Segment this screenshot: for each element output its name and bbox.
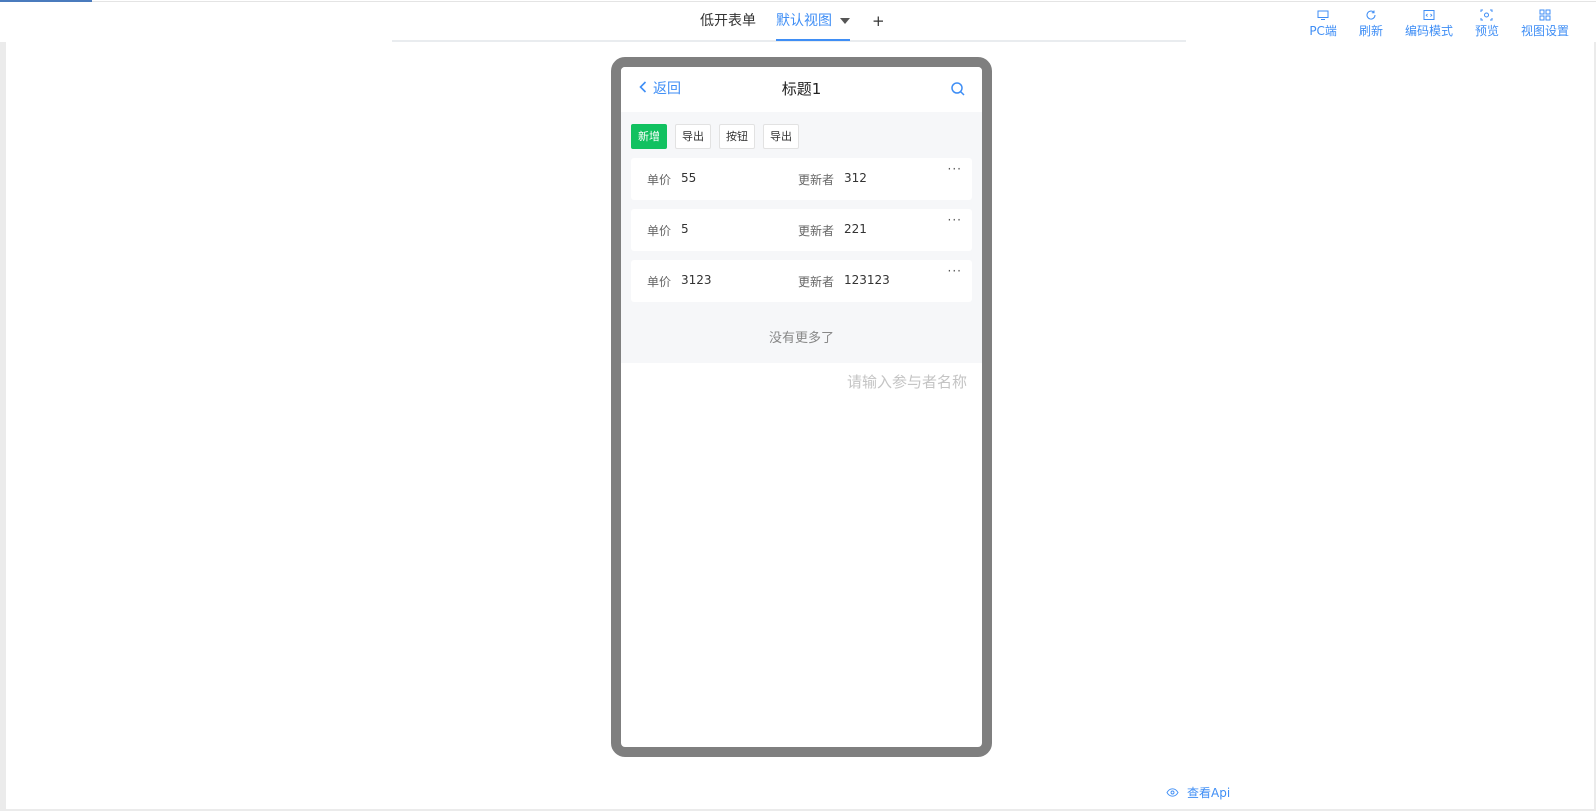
refresh-button[interactable]: 刷新 xyxy=(1348,8,1394,42)
updater-label: 更新者 xyxy=(798,173,835,187)
preview-label: 预览 xyxy=(1474,24,1499,38)
search-icon[interactable] xyxy=(950,81,966,101)
more-icon[interactable]: ··· xyxy=(948,264,962,278)
mobile-preview-frame: 返回 标题1 新增 导出 按钮 导出 单价 55 更新者 312 ··· 单价 … xyxy=(611,57,992,757)
pc-mode-label: PC端 xyxy=(1309,24,1337,38)
list-item[interactable]: 单价 55 更新者 312 ··· xyxy=(631,158,972,200)
view-tabs: 低开表单 默认视图 + xyxy=(392,2,1186,42)
tab-default-view[interactable]: 默认视图 xyxy=(776,11,850,31)
action-buttons: 新增 导出 按钮 导出 xyxy=(631,124,972,149)
list-item[interactable]: 单价 3123 更新者 123123 ··· xyxy=(631,260,972,302)
code-icon xyxy=(1423,8,1435,22)
custom-button[interactable]: 按钮 xyxy=(719,124,755,149)
pc-mode-button[interactable]: PC端 xyxy=(1298,8,1348,42)
price-label: 单价 xyxy=(647,275,672,289)
grid-icon xyxy=(1539,8,1551,22)
more-icon[interactable]: ··· xyxy=(948,162,962,176)
page-title: 标题1 xyxy=(781,80,822,98)
active-tab-underline xyxy=(776,39,850,41)
code-mode-label: 编码模式 xyxy=(1404,24,1453,38)
price-value: 5 xyxy=(681,222,689,236)
updater-label: 更新者 xyxy=(798,224,835,238)
tab-default-view-label: 默认视图 xyxy=(776,13,832,29)
tab-form[interactable]: 低开表单 xyxy=(700,11,756,31)
add-button[interactable]: 新增 xyxy=(631,124,667,149)
caret-down-icon[interactable] xyxy=(840,18,850,24)
view-api-link[interactable]: 查看Api xyxy=(1166,784,1230,801)
view-settings-button[interactable]: 视图设置 xyxy=(1510,8,1580,42)
view-api-label: 查看Api xyxy=(1187,786,1231,800)
refresh-label: 刷新 xyxy=(1358,24,1383,38)
updater-value: 312 xyxy=(844,171,867,185)
updater-value: 221 xyxy=(844,222,867,236)
header-bar: 低开表单 默认视图 + PC端 刷新 编码模式 预览 视图设置 xyxy=(0,2,1596,42)
toolbar: PC端 刷新 编码模式 预览 视图设置 xyxy=(1298,8,1580,42)
eye-icon xyxy=(1166,786,1179,800)
refresh-icon xyxy=(1365,8,1377,22)
more-icon[interactable]: ··· xyxy=(948,213,962,227)
preview-icon xyxy=(1480,8,1493,22)
code-mode-button[interactable]: 编码模式 xyxy=(1394,8,1464,42)
view-settings-label: 视图设置 xyxy=(1520,24,1569,38)
participant-placeholder: 请输入参与者名称 xyxy=(846,373,967,391)
price-value: 3123 xyxy=(681,273,712,287)
price-value: 55 xyxy=(681,171,697,185)
preview-button[interactable]: 预览 xyxy=(1464,8,1510,42)
list-item[interactable]: 单价 5 更新者 221 ··· xyxy=(631,209,972,251)
price-label: 单价 xyxy=(647,224,672,238)
mobile-navbar: 返回 标题1 xyxy=(621,67,982,112)
list-content: 新增 导出 按钮 导出 单价 55 更新者 312 ··· 单价 5 更新者 2… xyxy=(621,112,982,363)
price-label: 单价 xyxy=(647,173,672,187)
no-more-text: 没有更多了 xyxy=(768,331,834,346)
export-button[interactable]: 导出 xyxy=(675,124,711,149)
export-button-2[interactable]: 导出 xyxy=(763,124,799,149)
updater-value: 123123 xyxy=(844,273,890,287)
monitor-icon xyxy=(1317,8,1329,22)
add-view-button[interactable]: + xyxy=(872,11,885,31)
updater-label: 更新者 xyxy=(798,275,835,289)
canvas-left-edge xyxy=(0,42,6,811)
